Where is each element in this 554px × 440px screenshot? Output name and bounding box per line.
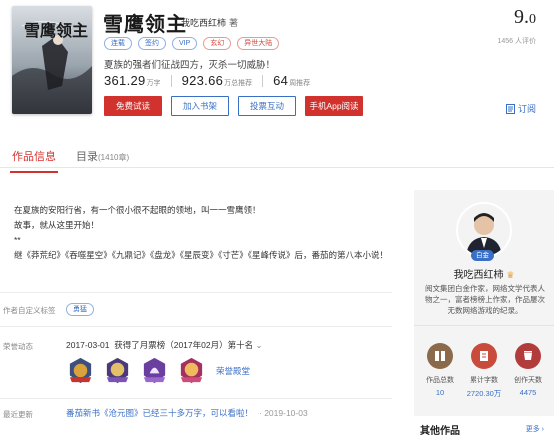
book-header: 雪鹰领主 雪鹰领主 我吃西红柿著 连载 签约 VIP 玄幻 异世大陆 夏族的强者… <box>0 0 554 128</box>
tag-genre[interactable]: 玄幻 <box>203 37 232 50</box>
tag-vip[interactable]: VIP <box>172 37 198 50</box>
book-title: 雪鹰领主 <box>103 14 187 36</box>
book-stats: 361.29 万字 923.66 万总推荐 64 周推荐 <box>104 73 310 88</box>
vote-button[interactable]: 投票互动 <box>238 96 296 116</box>
free-read-button[interactable]: 免费试读 <box>104 96 162 116</box>
author-tag[interactable]: 勇猛 <box>66 303 94 316</box>
score-count: 1456 人评价 <box>497 38 536 45</box>
author-name[interactable]: 我吃西红柿 ♛ <box>414 266 554 281</box>
total-recommend-unit: 万总推荐 <box>224 80 253 87</box>
tab-catalog-label: 目录 <box>76 151 98 163</box>
author-stat-works: 作品总数 10 <box>418 343 462 397</box>
latest-update-date: · 2019-10-03 <box>259 408 308 418</box>
chevron-down-icon[interactable]: ⌄ <box>255 340 262 350</box>
cover-title-text: 雪鹰领主 <box>24 21 88 40</box>
description-line: 故事，就从这里开始！ <box>14 220 100 230</box>
crown-icon: ♛ <box>506 270 515 280</box>
other-works-title: 其他作品 <box>420 426 460 437</box>
honors-label: 荣誉动态 <box>3 342 33 351</box>
honor-date: 2017-03-01 <box>66 340 110 350</box>
author-stat-words: 累计字数 2720.30万 <box>462 343 506 399</box>
honor-hall-link[interactable]: 荣誉殿堂 <box>216 365 250 377</box>
stat-divider <box>262 74 264 87</box>
honor-text: 获得了月票榜（2017年02月）第十名 <box>114 340 254 350</box>
medal-icon[interactable] <box>177 356 206 385</box>
book-intro: 夏族的强者们征战四方，灭杀一切威胁！ <box>104 60 276 71</box>
latest-chapter-link[interactable]: 番茄新书《沧元图》已经三十多万字，可以看啦！ <box>66 408 253 418</box>
book-description: 在夏族的安阳行省，有一个很小很不起眼的领地，叫一一雪鹰领！ 故事，就从这里开始！… <box>14 203 394 263</box>
action-bar: 免费试读 加入书架 投票互动 手机App阅读 <box>104 96 363 116</box>
tag-subgenre[interactable]: 异世大陆 <box>237 37 280 50</box>
author-stat-value: 4475 <box>519 388 537 397</box>
document-icon <box>471 343 497 369</box>
weekly-recommend-value: 64 <box>273 73 289 88</box>
section-divider <box>0 326 392 327</box>
books-icon <box>427 343 453 369</box>
author-stat-days: 创作天数 4475 <box>506 343 550 397</box>
author-link[interactable]: 我吃西红柿 <box>181 18 226 28</box>
author-stat-label: 创作天数 <box>514 377 542 384</box>
author-card-divider <box>414 325 554 326</box>
tab-book-info[interactable]: 作品信息 <box>10 148 58 173</box>
word-count-value: 361.29 <box>104 73 146 88</box>
section-divider <box>0 292 392 293</box>
author-stat-label: 作品总数 <box>426 377 454 384</box>
book-cover[interactable]: 雪鹰领主 <box>12 6 92 114</box>
more-works-link[interactable]: 更多 › <box>526 424 544 434</box>
word-count-unit: 万字 <box>146 80 161 87</box>
book-tags: 连载 签约 VIP 玄幻 异世大陆 <box>104 37 280 50</box>
detail-tabs: 作品信息 目录(1410章) <box>0 138 554 173</box>
latest-update-label: 最近更新 <box>3 410 33 419</box>
author-card: 白金 我吃西红柿 ♛ 阅文集团白金作家，网络文学代表人物之一，富者榜榜上作家，作… <box>414 190 554 416</box>
author-role: 著 <box>229 18 239 28</box>
author-name-text: 我吃西红柿 <box>453 270 504 281</box>
medal-icon[interactable] <box>103 356 132 385</box>
stat-divider <box>170 74 172 87</box>
score-value: 9.0 <box>514 6 536 29</box>
cup-icon <box>515 343 541 369</box>
subscribe-label: 订阅 <box>517 104 536 114</box>
medal-icon[interactable] <box>66 356 95 385</box>
description-line: 继《莽荒纪》《吞噬星空》《九鼎记》《盘龙》《星辰变》《寸芒》《星峰传说》后，番茄… <box>14 250 389 260</box>
tab-catalog[interactable]: 目录(1410章) <box>76 148 129 164</box>
subscribe-link[interactable]: 订阅 <box>505 102 536 115</box>
medal-icon[interactable] <box>140 356 169 385</box>
description-line: 在夏族的安阳行省，有一个很小很不起眼的领地，叫一一雪鹰领！ <box>14 205 261 215</box>
tag-signed[interactable]: 签约 <box>138 37 166 50</box>
author-stat-value: 2720.30万 <box>466 389 502 398</box>
tag-status[interactable]: 连载 <box>104 37 132 50</box>
author-stat-value: 10 <box>435 388 445 397</box>
document-icon <box>505 103 515 114</box>
score-decimal: 0 <box>529 12 536 27</box>
author-line: 我吃西红柿著 <box>181 16 238 29</box>
honor-entry[interactable]: 2017-03-01 获得了月票榜（2017年02月）第十名 ⌄ <box>66 339 263 351</box>
author-description: 阅文集团白金作家，网络文学代表人物之一，富者榜榜上作家，作品屡次无数网络游戏的纪… <box>425 284 545 315</box>
mobile-read-button[interactable]: 手机App阅读 <box>305 96 363 116</box>
description-line: ** <box>14 235 21 245</box>
author-tags-label: 作者自定义标签 <box>3 306 56 315</box>
latest-update: 番茄新书《沧元图》已经三十多万字，可以看啦！ · 2019-10-03 <box>66 407 308 419</box>
section-divider <box>0 398 392 399</box>
honor-badges: 荣誉殿堂 <box>66 356 250 385</box>
total-recommend-value: 923.66 <box>181 73 224 88</box>
add-shelf-button[interactable]: 加入书架 <box>171 96 229 116</box>
score-main: 9. <box>514 6 529 28</box>
author-rank-badge: 白金 <box>471 250 494 261</box>
tab-catalog-count: (1410章) <box>98 153 130 162</box>
more-works-label: 更多 <box>525 426 540 433</box>
weekly-recommend-unit: 周推荐 <box>289 80 311 87</box>
author-stat-label: 累计字数 <box>470 377 498 384</box>
